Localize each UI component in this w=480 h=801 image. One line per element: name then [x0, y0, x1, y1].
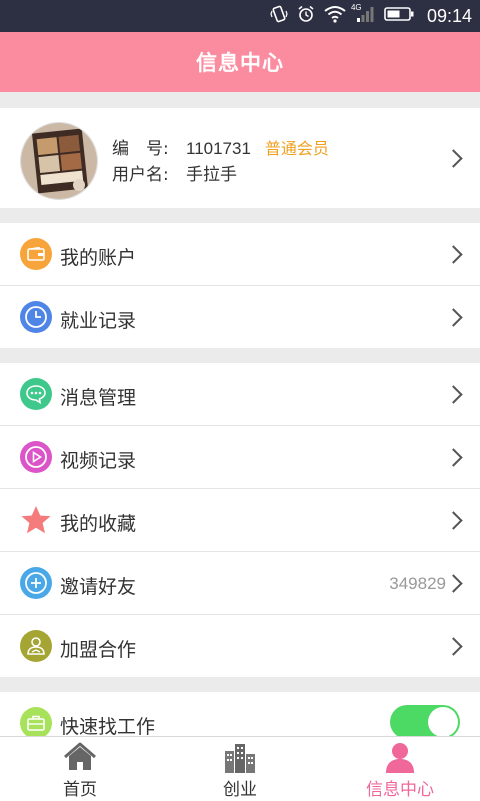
menu-item-employment-records[interactable]: 就业记录	[0, 286, 480, 348]
menu-item-label: 快速找工作	[60, 716, 156, 736]
briefcase-icon	[20, 707, 52, 736]
status-bar: 4G 09:14	[0, 0, 480, 32]
wallet-icon	[20, 238, 52, 270]
chevron-right-icon	[444, 574, 463, 593]
handshake-icon	[20, 630, 52, 662]
chat-icon	[20, 378, 52, 410]
clock-icon	[20, 301, 52, 333]
network-type: 4G	[350, 3, 362, 12]
chevron-right-icon	[444, 385, 463, 404]
tab-label: 信息中心	[366, 780, 434, 800]
signal-icon: 4G	[351, 3, 375, 27]
menu-item-franchise-cooperation[interactable]: 加盟合作	[0, 615, 480, 677]
status-time: 09:14	[426, 5, 472, 26]
wifi-icon	[324, 5, 346, 27]
vibrate-icon	[270, 5, 288, 27]
member-badge: 普通会员	[264, 139, 329, 158]
battery-icon	[384, 6, 414, 26]
menu-item-label: 我的收藏	[60, 513, 137, 535]
profile-card[interactable]: 编 号: 1101731 普通会员 用户名: 手拉手	[0, 108, 480, 208]
menu-group-activity: 消息管理 视频记录 我的收藏 邀请好友 349829 加盟合作	[0, 363, 480, 677]
chevron-right-icon	[444, 245, 463, 264]
bottom-tab-bar: 首页 创业 信息中心	[0, 736, 480, 801]
menu-group-job: 快速找工作	[0, 692, 480, 736]
page-header: 信息中心	[0, 32, 480, 92]
chevron-right-icon	[444, 149, 463, 168]
profile-id-value: 1101731	[186, 139, 251, 158]
chevron-right-icon	[444, 308, 463, 327]
star-icon	[20, 504, 52, 536]
menu-item-label: 消息管理	[60, 387, 137, 409]
menu-item-label: 我的账户	[60, 247, 137, 269]
profile-id-line: 编 号: 1101731 普通会员	[112, 134, 329, 159]
profile-username-label: 用户名:	[112, 165, 169, 185]
page-title: 信息中心	[196, 51, 284, 75]
profile-username-value: 手拉手	[186, 165, 237, 185]
menu-item-my-account[interactable]: 我的账户	[0, 223, 480, 286]
menu-item-label: 加盟合作	[60, 639, 137, 661]
user-icon	[384, 741, 416, 773]
chevron-right-icon	[444, 511, 463, 530]
menu-item-message-management[interactable]: 消息管理	[0, 363, 480, 426]
menu-item-label: 邀请好友	[60, 576, 137, 598]
profile-username-line: 用户名: 手拉手	[112, 160, 237, 185]
home-icon	[63, 741, 97, 773]
tab-info-center[interactable]: 信息中心	[320, 737, 480, 801]
add-icon	[20, 567, 52, 599]
profile-id-label: 编 号:	[112, 139, 169, 159]
menu-item-label: 视频记录	[60, 450, 137, 472]
tab-home[interactable]: 首页	[0, 737, 160, 801]
chevron-right-icon	[444, 637, 463, 656]
toggle-knob	[428, 707, 458, 736]
tab-label: 首页	[63, 780, 97, 800]
menu-group-account: 我的账户 就业记录	[0, 223, 480, 348]
tab-startup[interactable]: 创业	[160, 737, 320, 801]
invite-code: 349829	[389, 574, 446, 593]
avatar[interactable]	[20, 122, 98, 200]
tab-label: 创业	[223, 780, 257, 800]
menu-item-invite-friends[interactable]: 邀请好友 349829	[0, 552, 480, 615]
alarm-icon	[297, 5, 315, 27]
buildings-icon	[222, 741, 258, 773]
menu-item-my-favorites[interactable]: 我的收藏	[0, 489, 480, 552]
menu-item-video-records[interactable]: 视频记录	[0, 426, 480, 489]
menu-item-label: 就业记录	[60, 310, 137, 332]
chevron-right-icon	[444, 448, 463, 467]
quick-job-toggle[interactable]	[390, 705, 460, 736]
play-icon	[20, 441, 52, 473]
menu-item-quick-job-search[interactable]: 快速找工作	[0, 692, 480, 736]
